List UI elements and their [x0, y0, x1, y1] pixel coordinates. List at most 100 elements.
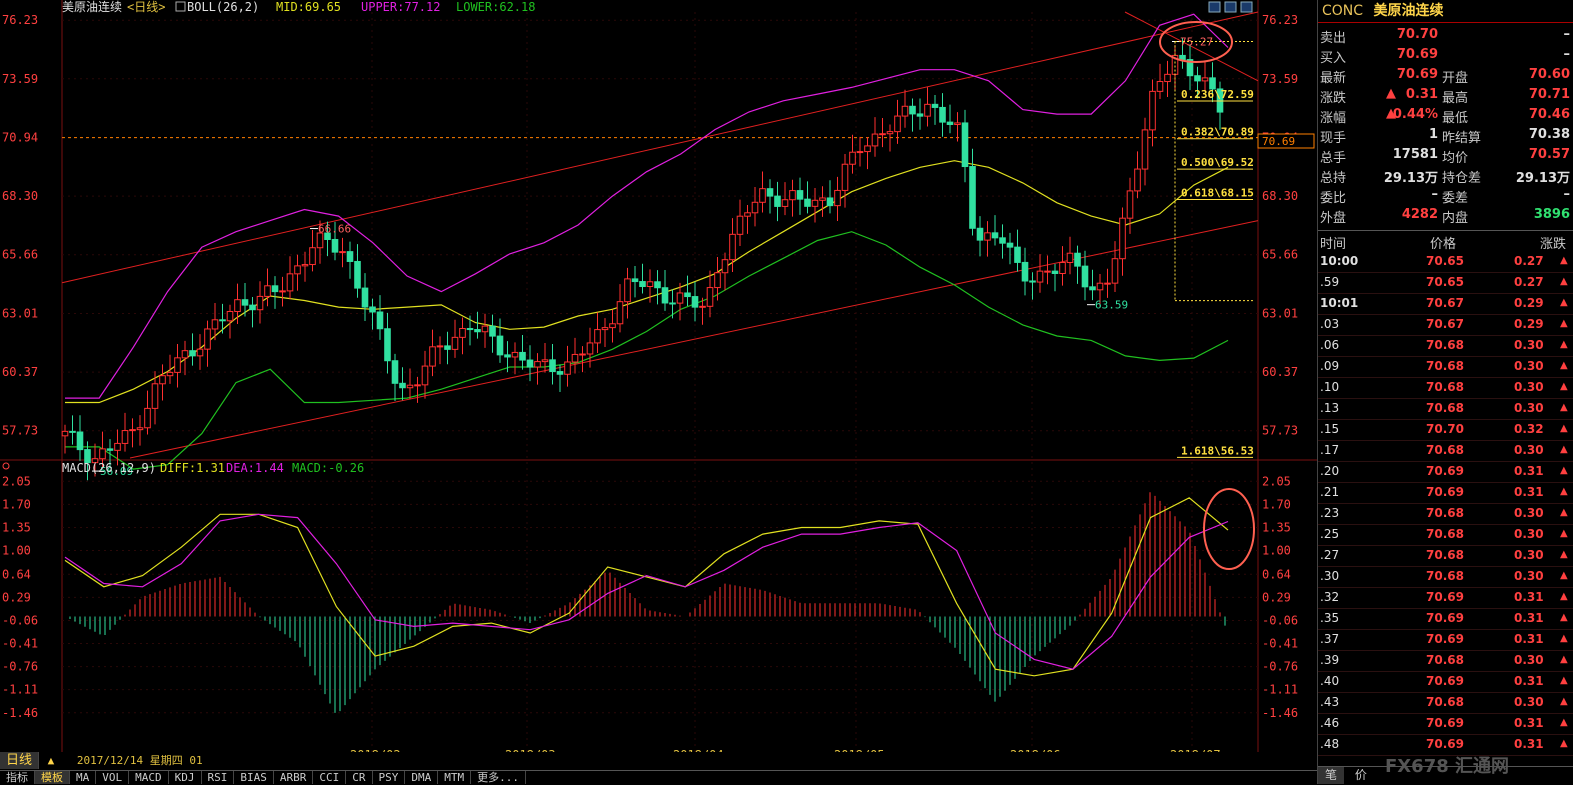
- indicator-tab[interactable]: PSY: [373, 771, 406, 784]
- candle-body: [879, 133, 886, 136]
- candle-body: [984, 232, 991, 241]
- macd-tick-left: 2.05: [2, 474, 31, 488]
- tick-row: .17 70.68 0.30 ▲: [1318, 440, 1573, 462]
- period-label: <日线>: [127, 0, 165, 14]
- candle-body: [354, 260, 361, 289]
- price-tick-right: 73.59: [1262, 72, 1298, 86]
- tick-chg: 0.31: [1514, 632, 1544, 646]
- indicator-tab[interactable]: 更多...: [471, 771, 526, 784]
- price-tick-left: 73.59: [2, 72, 38, 86]
- indicator-tab[interactable]: 模板: [35, 771, 70, 784]
- tick-time: .17: [1320, 443, 1340, 457]
- indicator-tab[interactable]: 指标: [0, 771, 35, 784]
- price-tick-left: 65.66: [2, 248, 38, 262]
- quote-value: 4282: [1401, 207, 1438, 222]
- quote-row: 总手 17581 均价 70.57: [1318, 145, 1573, 166]
- indicator-tab[interactable]: MA: [70, 771, 97, 784]
- up-arrow-icon: ▲: [1560, 423, 1568, 434]
- period-tab[interactable]: 日线: [0, 752, 40, 769]
- up-arrow-icon: ▲: [1560, 486, 1568, 497]
- tab-ticks[interactable]: 笔: [1318, 767, 1345, 784]
- tick-time: .43: [1320, 695, 1340, 709]
- candle-body: [279, 290, 286, 293]
- indicator-tab[interactable]: BIAS: [234, 771, 274, 784]
- indicator-tab[interactable]: VOL: [96, 771, 130, 784]
- macd-tick-right: -1.11: [1262, 683, 1298, 697]
- indicator-tab[interactable]: KDJ: [169, 771, 202, 784]
- candle-body: [114, 442, 121, 451]
- boll-lower-label: LOWER:62.18: [456, 0, 535, 14]
- macd-tick-left: -1.46: [2, 706, 38, 720]
- indicator-tab[interactable]: DMA: [405, 771, 439, 784]
- candle-body: [241, 299, 249, 306]
- up-arrow-icon: ▲: [1560, 570, 1568, 581]
- up-arrow-icon: ▲: [1560, 402, 1568, 413]
- candle-body: [999, 237, 1006, 244]
- candle-body: [766, 188, 774, 197]
- main-chart[interactable]: 66.6656.0963.5975.27 0.236\72.590.382\70…: [0, 0, 1317, 766]
- candle-body: [346, 251, 354, 262]
- indicator-tab[interactable]: RSI: [202, 771, 235, 784]
- tick-price: 70.67: [1426, 317, 1464, 331]
- candle-body: [849, 151, 856, 165]
- candle-body: [219, 319, 226, 322]
- up-arrow-icon: ▲: [1560, 339, 1568, 350]
- tick-row: .32 70.69 0.31 ▲: [1318, 587, 1573, 609]
- indicator-tab[interactable]: CCI: [313, 771, 347, 784]
- instrument-name-cn: 美原油连续: [1373, 3, 1444, 19]
- tick-chg: 0.30: [1514, 506, 1544, 520]
- candle-body: [654, 281, 661, 289]
- window-max-icon[interactable]: [1224, 1, 1237, 13]
- candle-body: [234, 299, 241, 312]
- candle-body: [181, 350, 189, 359]
- candle-body: [376, 311, 384, 330]
- quote-label2: 开盘: [1442, 71, 1469, 86]
- quote-label: 卖出: [1320, 31, 1347, 46]
- candle-body: [1029, 280, 1036, 283]
- tick-price: 70.69: [1426, 737, 1464, 751]
- fib-level-label: 0.500\69.52: [1181, 156, 1254, 169]
- window-restore-icon[interactable]: [1208, 1, 1221, 13]
- price-annotation: 63.59: [1095, 299, 1128, 312]
- up-arrow-icon: ▲: [1560, 444, 1568, 455]
- tick-row: .43 70.68 0.30 ▲: [1318, 692, 1573, 714]
- quote-row: 卖出 70.70 –: [1318, 25, 1573, 46]
- quote-value: 70.69: [1396, 67, 1438, 82]
- tab-price[interactable]: 价: [1348, 767, 1374, 784]
- candle-body: [1194, 75, 1201, 82]
- indicator-tab[interactable]: MACD: [129, 771, 169, 784]
- boll-label: BOLL(26,2): [187, 0, 259, 14]
- candle-body: [1036, 270, 1044, 283]
- quote-row: 总持 29.13万 持仓差 29.13万: [1318, 165, 1573, 186]
- tick-chg: 0.30: [1514, 653, 1544, 667]
- tick-chg: 0.30: [1514, 548, 1544, 562]
- candle-body: [781, 199, 789, 207]
- candle-body: [646, 281, 654, 288]
- period-dropdown-icon[interactable]: ▲: [46, 752, 57, 769]
- candle-body: [691, 296, 699, 308]
- quote-title: CONC 美原油连续: [1318, 0, 1573, 23]
- candle-body: [489, 325, 496, 337]
- indicator-tab[interactable]: CR: [346, 771, 373, 784]
- tick-price: 70.68: [1426, 548, 1464, 562]
- tick-chg: 0.30: [1514, 443, 1544, 457]
- tick-header-chg: 涨跌: [1540, 237, 1567, 252]
- candle-body: [834, 189, 841, 207]
- candle-body: [211, 319, 219, 330]
- candle-body: [526, 359, 534, 368]
- indicator-tab[interactable]: ARBR: [274, 771, 314, 784]
- price-tick-right: 63.01: [1262, 307, 1298, 321]
- quote-label2: 均价: [1442, 151, 1469, 166]
- candle-body: [99, 448, 106, 460]
- up-arrow-icon: ▲: [1560, 276, 1568, 287]
- window-close-icon[interactable]: [1240, 1, 1253, 13]
- indicator-tab[interactable]: MTM: [438, 771, 472, 784]
- candle-body: [774, 195, 781, 207]
- tick-row: .03 70.67 0.29 ▲: [1318, 314, 1573, 336]
- candle-body: [541, 359, 549, 363]
- candle-body: [1179, 54, 1186, 61]
- candle-body: [481, 325, 489, 333]
- tick-chg: 0.27: [1514, 254, 1544, 268]
- up-arrow-icon: ▲: [1560, 255, 1568, 266]
- up-arrow-icon: ▲: [1560, 507, 1568, 518]
